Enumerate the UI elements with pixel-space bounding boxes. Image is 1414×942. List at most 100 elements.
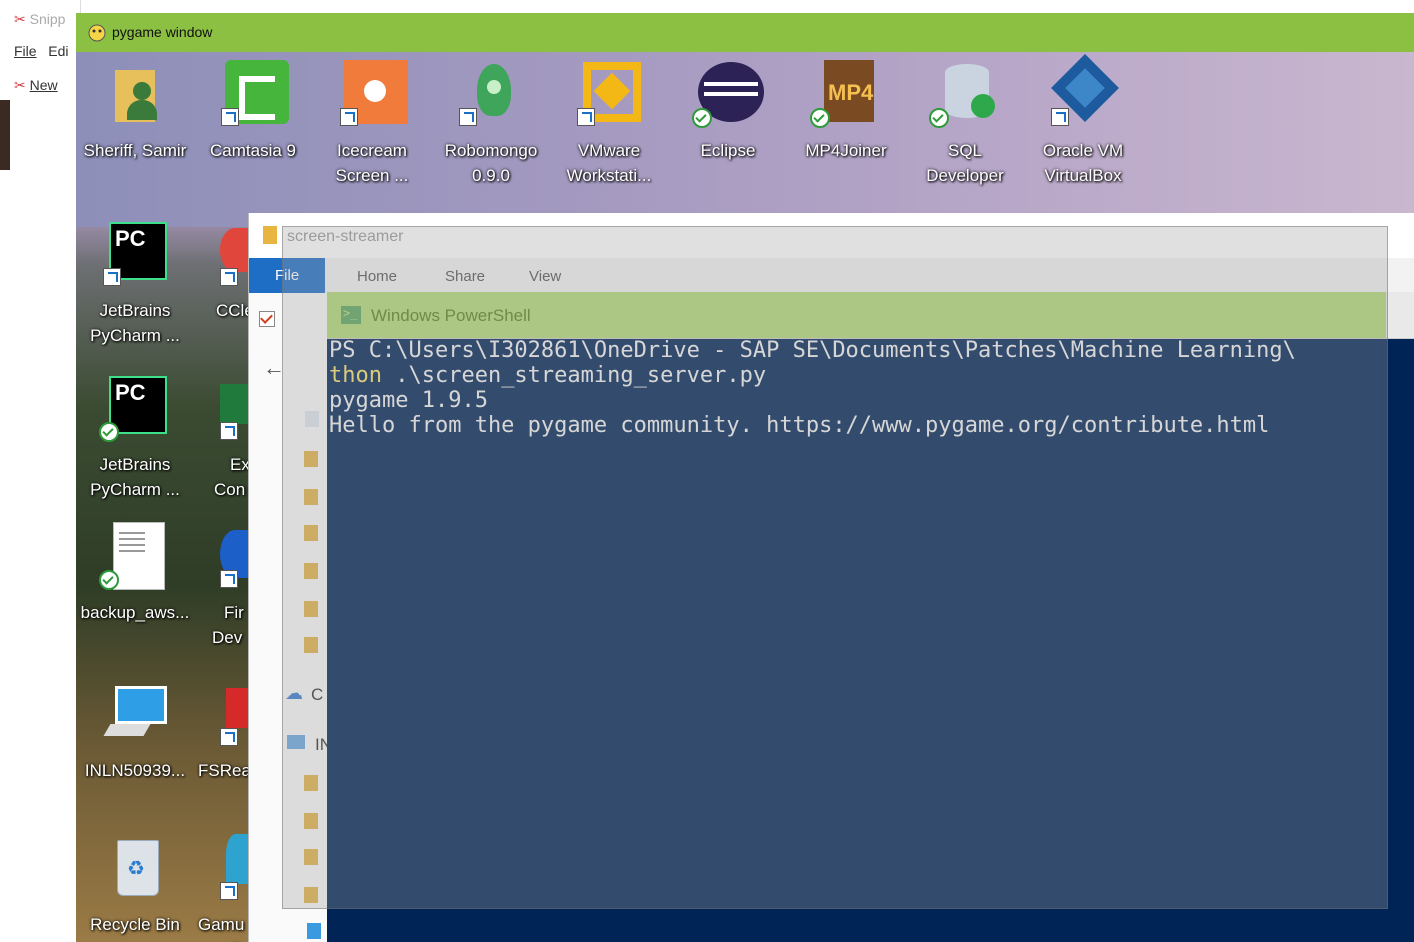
icon-label: Camtasia 9 [210,141,296,160]
text-document-icon [99,522,167,590]
powershell-console[interactable]: PS C:\Users\I302861\OneDrive - SAP SE\Do… [327,338,1414,942]
icon-label: Eclipse [700,141,756,160]
snipping-tool-menu: File Edi [14,43,68,59]
shortcut-arrow-icon [1051,108,1069,126]
pygame-title-bar[interactable]: pygame window [76,13,1414,52]
desktop-icon-pycharm-1[interactable]: PC JetBrains PyCharm ... [76,220,194,348]
tab-view[interactable]: View [529,268,561,285]
powershell-window: Windows PowerShell PS C:\Users\I302861\O… [327,292,1414,942]
snipping-tool-title: ✂ Snipp [14,11,66,27]
desktop-icon-ccleaner[interactable]: CCle [186,220,256,323]
icon-label: Icecream Screen ... [335,141,409,185]
tab-home[interactable]: Home [357,268,397,285]
icon-label: FSRea [198,761,251,780]
sync-check-icon [99,570,119,590]
sync-check-icon [692,108,712,128]
icecream-icon [340,60,408,126]
menu-file[interactable]: File [14,43,37,59]
fsreader-icon [220,680,250,746]
desktop-icon-mp4joiner[interactable]: MP4 MP4Joiner [787,60,905,163]
explorer-title-bar[interactable]: screen-streamer [249,213,1414,258]
desktop-icon-vmware[interactable]: VMware Workstati... [550,60,668,188]
icon-label: Robomongo 0.9.0 [444,141,538,185]
nav-label-onedrive[interactable]: C [311,685,323,705]
desktop-icon-recycle-bin[interactable]: ♻ Recycle Bin [76,834,194,937]
tab-file[interactable]: File [249,258,326,293]
explorer-ribbon-tabs: File Home Share View [249,258,1414,293]
desktop-icon-robomongo[interactable]: Robomongo 0.9.0 [432,60,550,188]
downloads-folder-icon [304,451,318,467]
desktop-icon-icecream[interactable]: Icecream Screen ... [313,60,431,188]
user-folder-icon [103,60,167,124]
desktop-icon-virtualbox[interactable]: Oracle VM VirtualBox [1024,54,1142,188]
shortcut-arrow-icon [577,108,595,126]
scissors-icon: ✂ [14,77,26,93]
excel-icon [220,374,250,440]
icon-label: VMware Workstati... [566,141,652,185]
desktop-icon-sheriff-samir[interactable]: Sheriff, Samir [76,60,194,163]
shortcut-arrow-icon [220,882,238,900]
icon-label: Fir Dev [212,603,244,647]
sync-check-icon [929,108,949,128]
icon-label: MP4Joiner [805,141,887,160]
mp4joiner-icon: MP4 [810,60,878,128]
icon-label: backup_aws... [80,603,190,622]
desktop-icon-backup-aws[interactable]: backup_aws... [76,522,194,625]
powershell-icon [341,306,361,324]
3d-objects-folder-icon [304,775,318,791]
ccleaner-icon [220,220,250,286]
shortcut-arrow-icon [221,108,239,126]
onedrive-cloud-icon[interactable]: ☁ [285,683,303,704]
folder-icon [304,525,318,541]
folder-icon [304,637,318,653]
scissors-icon: ✂ [14,11,26,27]
console-line: pygame 1.9.5 [329,388,488,413]
shortcut-arrow-icon [459,108,477,126]
sync-check-icon [810,108,830,128]
camtasia-icon [221,60,289,126]
icon-label: JetBrains PyCharm ... [90,301,180,345]
virtualbox-icon [1051,54,1119,126]
folder-icon [304,563,318,579]
robomongo-icon [459,60,523,126]
pygame-snake-icon [88,24,106,42]
desktop-icon-sql-developer[interactable]: SQL Developer [906,60,1024,188]
console-line: PS C:\Users\I302861\OneDrive - SAP SE\Do… [329,338,1296,363]
shortcut-arrow-icon [220,268,238,286]
recycle-bin-icon: ♻ [103,834,167,898]
pycharm-icon: PC [99,374,167,442]
downloads-folder-icon [304,887,318,903]
powershell-title-bar[interactable]: Windows PowerShell [327,292,1414,339]
menu-edit[interactable]: Edi [48,43,68,59]
icon-label: Sheriff, Samir [83,141,187,160]
this-pc-icon[interactable] [287,735,305,749]
back-arrow-icon[interactable]: ← [263,355,285,381]
icon-label: INLN50939... [84,761,186,780]
desktop-icon-this-pc[interactable]: INLN50939... [76,680,194,783]
computer-icon [103,680,167,744]
shortcut-arrow-icon [220,570,238,588]
vmware-icon [577,60,641,126]
desktop-icon-excel-converter[interactable]: Ex Con [186,374,256,502]
tab-share[interactable]: Share [445,268,485,285]
checkbox-icon[interactable] [259,311,275,327]
firefox-icon [220,522,250,588]
pycharm-icon: PC [103,220,167,286]
desktop-icon-firefox-dev[interactable]: Fir Dev [186,522,256,650]
new-snip-button[interactable]: ✂ New [14,77,58,94]
gamut-icon [220,834,250,900]
shortcut-arrow-icon [103,268,121,286]
desktop-icon-pycharm-2[interactable]: PC JetBrains PyCharm ... [76,374,194,502]
shortcut-arrow-icon [220,422,238,440]
icon-label: SQL Developer [926,141,1004,185]
icon-label: Ex Con [214,455,250,499]
explorer-title: screen-streamer [287,228,404,245]
desktop-icon-gamut[interactable]: Gamu B [186,834,256,942]
desktop-icon-fsreader[interactable]: FSRea [186,680,256,783]
desktop-icon-camtasia[interactable]: Camtasia 9 [194,60,312,163]
shortcut-arrow-icon [340,108,358,126]
desktop-icon-eclipse[interactable]: Eclipse [669,60,787,163]
folder-icon [304,489,318,505]
desktop-folder-icon [304,813,318,829]
database-icon [929,60,997,128]
